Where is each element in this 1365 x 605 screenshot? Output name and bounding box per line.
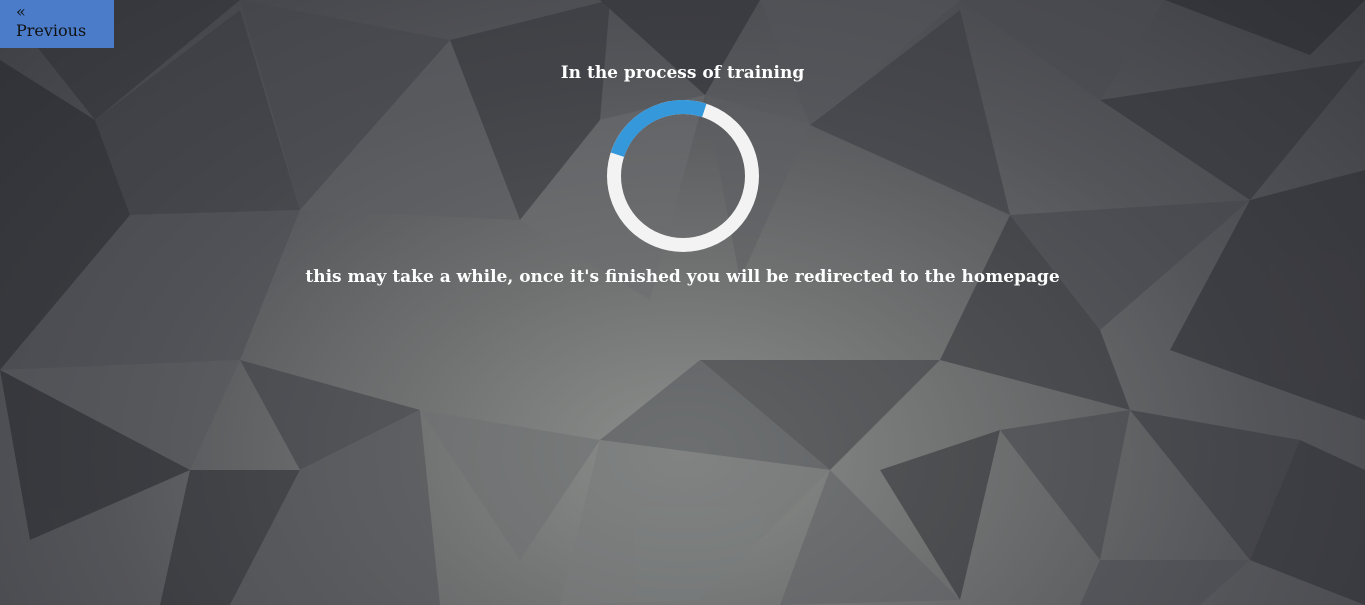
loading-spinner-icon: [607, 100, 759, 252]
redirect-message: this may take a while, once it's finishe…: [305, 267, 1060, 287]
previous-arrow-icon: «: [16, 2, 26, 21]
previous-button[interactable]: « Previous: [0, 0, 114, 48]
training-status-title: In the process of training: [560, 63, 805, 83]
previous-label: Previous: [16, 21, 87, 40]
spinner-arc: [610, 100, 707, 158]
polygon-background: [0, 0, 1365, 605]
